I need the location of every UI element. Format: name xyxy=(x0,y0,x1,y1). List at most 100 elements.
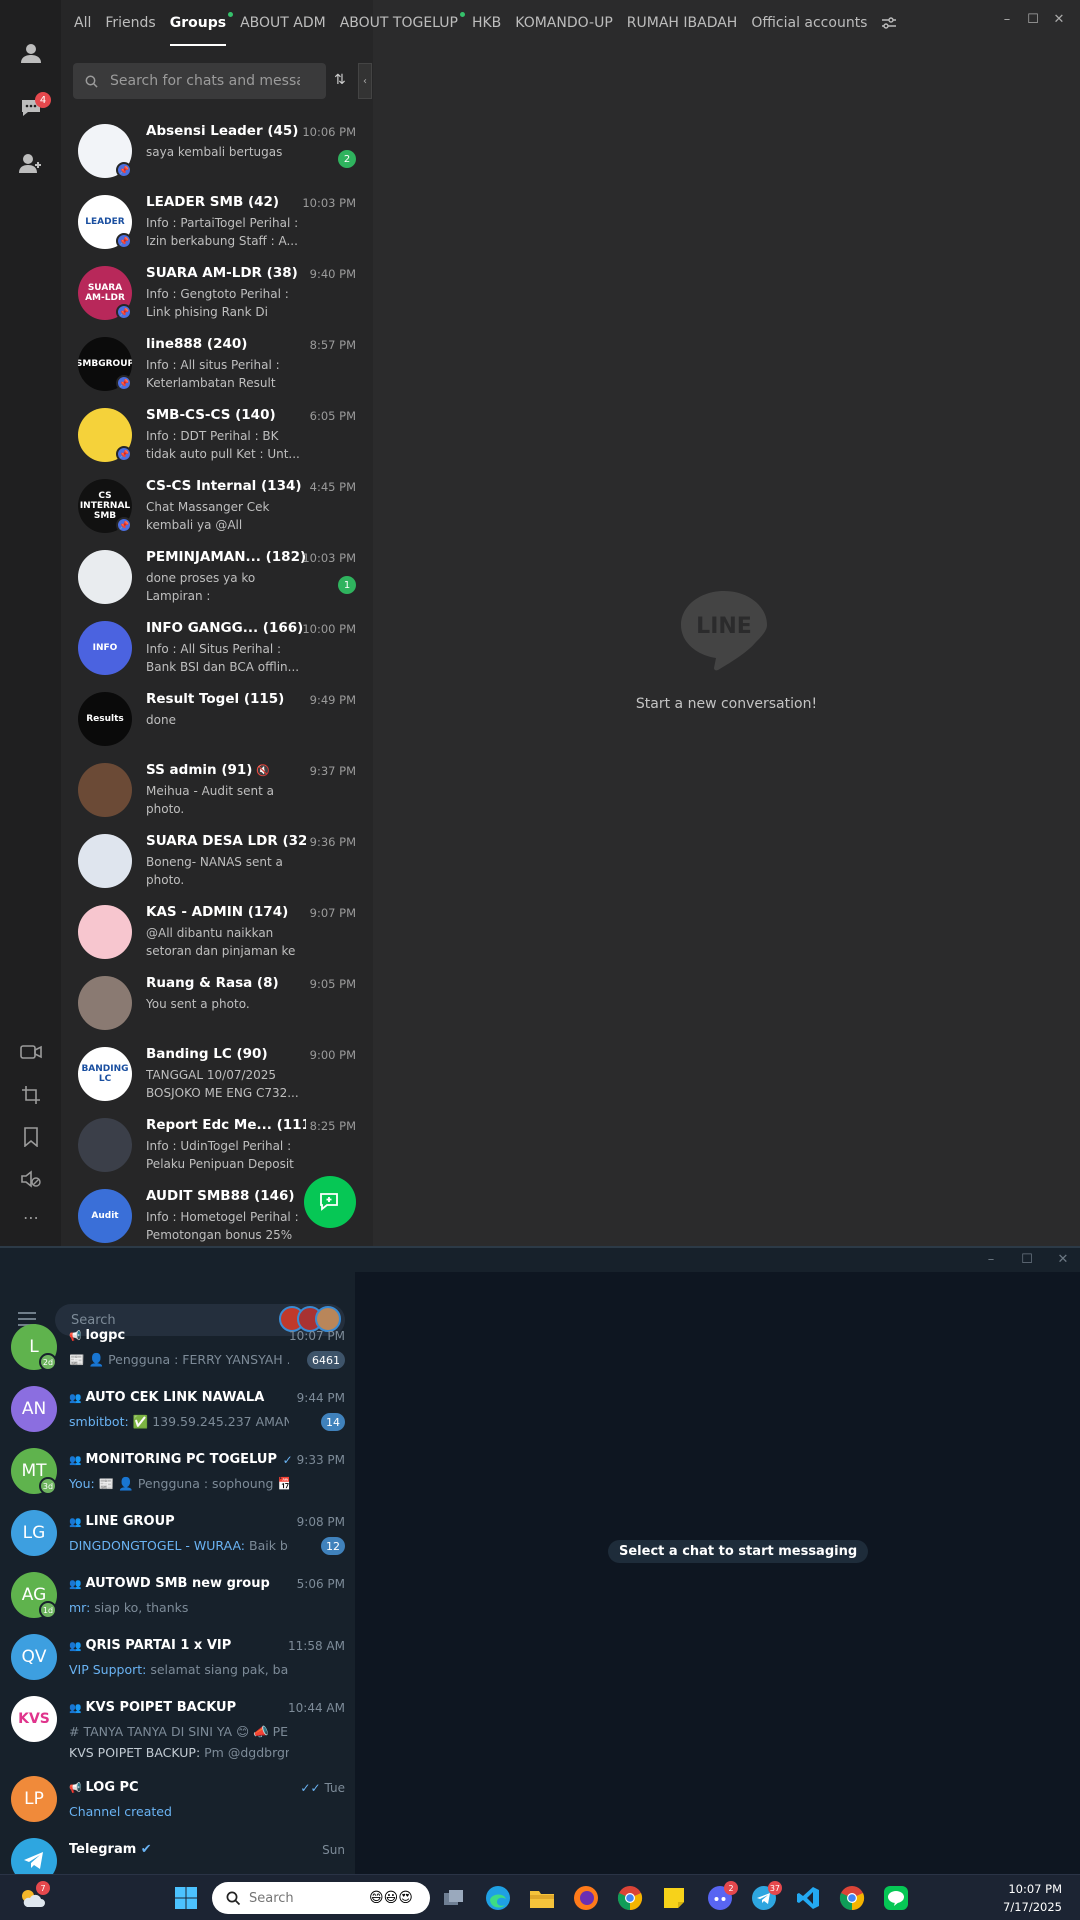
minimize-icon[interactable]: – xyxy=(1000,12,1014,27)
new-chat-button[interactable] xyxy=(304,1176,356,1228)
tab-groups[interactable]: Groups xyxy=(169,0,234,46)
line-chat-item[interactable]: PEMINJAMAN... (182) done proses ya ko Lam… xyxy=(61,542,373,613)
file-explorer-icon[interactable] xyxy=(528,1884,556,1912)
line-chat-item[interactable]: KAS - ADMIN (174) @All dibantu naikkan se… xyxy=(61,897,373,968)
chat-preview: done xyxy=(146,713,176,727)
chrome-icon[interactable] xyxy=(838,1884,866,1912)
chat-preview: DINGDONGTOGEL - WURAA: Baik bu, ter... xyxy=(69,1538,289,1553)
maximize-icon[interactable]: ☐ xyxy=(1026,12,1040,27)
chat-preview-second-line: KVS POIPET BACKUP: Pm @dgdbrgn xyxy=(69,1745,289,1760)
discord-icon[interactable]: 2 xyxy=(706,1881,738,1912)
tab-settings-icon[interactable] xyxy=(881,0,897,46)
chat-time: 4:45 PM xyxy=(309,480,356,494)
vscode-icon[interactable] xyxy=(794,1884,822,1912)
telegram-chat-item[interactable]: L 2d 📢 logpc 10:07 PM 📰 👤 Pengguna : FERRY YA… xyxy=(0,1316,355,1378)
task-view-icon[interactable] xyxy=(440,1884,468,1912)
profile-icon[interactable] xyxy=(18,40,44,66)
video-call-icon[interactable] xyxy=(18,1039,44,1065)
telegram-chat-item[interactable]: LG 👥 LINE GROUP 9:08 PM DINGDONGTOGEL - WURA… xyxy=(0,1502,355,1564)
telegram-chat-item[interactable]: LP 📢 LOG PC ✓✓ Tue Channel created xyxy=(0,1768,355,1830)
chat-time: ✓ 9:33 PM xyxy=(282,1453,345,1467)
line-search-input[interactable] xyxy=(110,73,300,89)
crop-icon[interactable] xyxy=(18,1082,44,1108)
windows-start-icon[interactable] xyxy=(172,1884,200,1912)
chat-avatar xyxy=(78,550,132,604)
line-chat-item[interactable]: BANDING LC Banding LC (90) TANGGAL 10/07/2… xyxy=(61,1039,373,1110)
chat-preview: Channel created xyxy=(69,1804,172,1819)
line-chat-item[interactable]: SUARA DESA LDR (32) Boneng- NANAS sent a … xyxy=(61,826,373,897)
chat-time: 10:06 PM xyxy=(302,125,356,139)
line-chat-item[interactable]: SS admin (91) 🔇 Meihua - Audit sent a pho… xyxy=(61,755,373,826)
tab-about-adm[interactable]: ABOUT ADM xyxy=(240,0,326,46)
chat-name: SMB-CS-CS (140) xyxy=(146,407,276,423)
chat-preview: Info : All situs Perihal : Keterlambatan… xyxy=(146,358,280,390)
add-friend-icon[interactable] xyxy=(18,150,44,176)
line-app-icon[interactable] xyxy=(882,1884,910,1912)
chat-name: Absensi Leader (45) xyxy=(146,123,299,139)
chat-name: PEMINJAMAN... (182) xyxy=(146,549,306,565)
telegram-window-controls: – ☐ ✕ xyxy=(984,1252,1070,1267)
chat-avatar: KVS xyxy=(11,1696,57,1742)
avatar-text: Results xyxy=(86,714,124,724)
telegram-chat-item[interactable]: QV 👥 QRIS PARTAI 1 x VIP 11:58 AM VIP Suppor… xyxy=(0,1626,355,1688)
unread-badge: 1 xyxy=(338,576,356,594)
tab-hkb[interactable]: HKB xyxy=(472,0,501,46)
chat-avatar: BANDING LC xyxy=(78,1047,132,1101)
chats-badge: 4 xyxy=(35,92,51,108)
line-chat-item[interactable]: Report Edc Me... (111) Info : UdinTogel P… xyxy=(61,1110,373,1181)
chat-name: SS admin (91) 🔇 xyxy=(146,762,270,778)
line-chat-item[interactable]: LEADER 📌 LEADER SMB (42) Info : PartaiTogel… xyxy=(61,187,373,258)
weather-icon[interactable]: 7 xyxy=(18,1881,50,1912)
chrome-profile-icon[interactable] xyxy=(616,1884,644,1912)
tab-rumah-ibadah[interactable]: RUMAH IBADAH xyxy=(627,0,738,46)
tab-all[interactable]: All xyxy=(74,0,91,46)
line-search-box[interactable] xyxy=(73,63,326,99)
chat-avatar: QV xyxy=(11,1634,57,1680)
telegram-chat-item[interactable]: MT 3d 👥 MONITORING PC TOGELUP ✓ 9:33 PM You: 📰… xyxy=(0,1440,355,1502)
close-icon[interactable]: ✕ xyxy=(1052,12,1066,27)
close-icon[interactable]: ✕ xyxy=(1056,1252,1070,1267)
tab-friends[interactable]: Friends xyxy=(105,0,155,46)
telegram-icon[interactable]: 37 xyxy=(750,1881,782,1912)
chat-preview: Boneng- NANAS sent a photo. xyxy=(146,855,283,887)
line-chat-item[interactable]: INFO INFO GANGG... (166) Info : All Situs … xyxy=(61,613,373,684)
mute-notification-icon[interactable] xyxy=(18,1166,44,1192)
line-chat-item[interactable]: Ruang & Rasa (8) You sent a photo. 9:05 PM xyxy=(61,968,373,1039)
telegram-chat-item[interactable]: AG 1d 👥 AUTOWD SMB new group 5:06 PM mr: siap… xyxy=(0,1564,355,1626)
unread-count-badge: 14 xyxy=(321,1413,345,1431)
taskbar-search-box[interactable]: 😄😃😍 xyxy=(212,1882,430,1914)
line-logo-icon: LINE xyxy=(681,591,767,671)
maximize-icon[interactable]: ☐ xyxy=(1020,1252,1034,1267)
sort-icon[interactable]: ⇅ xyxy=(334,72,346,88)
line-chat-item[interactable]: 📌 Absensi Leader (45) saya kembali bertuga… xyxy=(61,116,373,187)
tab-about-togelup[interactable]: ABOUT TOGELUP xyxy=(340,0,465,46)
line-chat-item[interactable]: CS INTERNAL SMB 📌 CS-CS Internal (134) Chat… xyxy=(61,471,373,542)
line-chat-item[interactable]: Results Result Togel (115) done 9:49 PM xyxy=(61,684,373,755)
bookmark-icon[interactable] xyxy=(18,1124,44,1150)
telegram-chat-item[interactable]: AN 👥 AUTO CEK LINK NAWALA 9:44 PM smbitbot: … xyxy=(0,1378,355,1440)
sticky-notes-icon[interactable] xyxy=(660,1884,688,1912)
edge-icon[interactable] xyxy=(484,1884,512,1912)
more-icon[interactable]: ⋯ xyxy=(18,1204,44,1230)
tab-official-accounts[interactable]: Official accounts xyxy=(751,0,867,46)
chat-name: CS-CS Internal (134) xyxy=(146,478,302,494)
tab-komando-up[interactable]: KOMANDO-UP xyxy=(515,0,613,46)
line-chat-item[interactable]: 📌 SMB-CS-CS (140) Info : DDT Perihal : BK … xyxy=(61,400,373,471)
collapse-panel-icon[interactable]: ‹ xyxy=(358,63,372,99)
line-chat-item[interactable]: SUARA AM-LDR 📌 SUARA AM-LDR (38) Info : Gen… xyxy=(61,258,373,329)
autodelete-badge: 1d xyxy=(39,1601,57,1619)
telegram-chat-item[interactable]: KVS 👥 KVS POIPET BACKUP 10:44 AM # TANYA TAN… xyxy=(0,1688,355,1760)
telegram-chat-item[interactable]: Telegram ✔ Sun xyxy=(0,1830,355,1874)
chat-avatar: Audit xyxy=(78,1189,132,1243)
pin-icon: 📌 xyxy=(116,375,132,391)
unread-count-badge: 6461 xyxy=(307,1351,345,1369)
chat-avatar xyxy=(11,1838,57,1874)
line-chat-item[interactable]: SMBGROUP 📌 line888 (240) Info : All situs P… xyxy=(61,329,373,400)
taskbar-clock[interactable]: 10:07 PM 7/17/2025 xyxy=(1003,1880,1062,1916)
taskbar-search-input[interactable] xyxy=(249,1890,369,1906)
minimize-icon[interactable]: – xyxy=(984,1252,998,1267)
chat-time: 10:00 PM xyxy=(302,622,356,636)
firefox-icon[interactable] xyxy=(572,1884,600,1912)
chat-time: 8:25 PM xyxy=(309,1119,356,1133)
chat-name: LEADER SMB (42) xyxy=(146,194,280,210)
